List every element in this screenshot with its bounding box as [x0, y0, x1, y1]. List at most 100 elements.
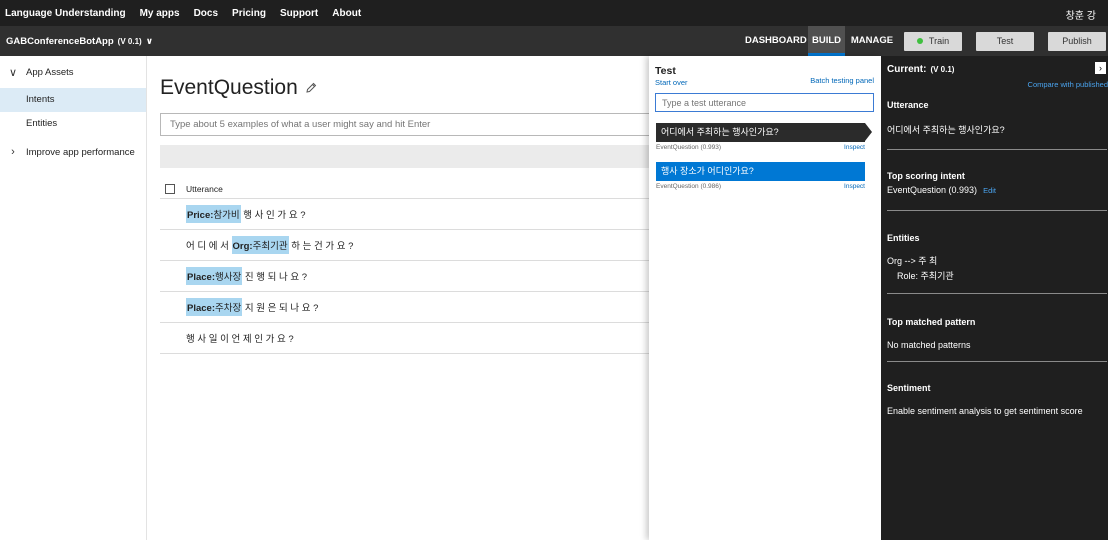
test-result-1[interactable]: 어디에서 주최하는 행사인가요? — [656, 123, 872, 142]
entity-text: 행사장 — [215, 272, 242, 283]
top-nav: Language Understanding My apps Docs Pric… — [0, 0, 1108, 26]
sidebar-app-assets[interactable]: ∨ App Assets — [0, 62, 146, 82]
start-over-link[interactable]: Start over — [655, 78, 688, 87]
pattern-text: No matched patterns — [887, 340, 971, 350]
collapse-panel-icon[interactable]: › — [1095, 62, 1106, 74]
intent-title: EventQuestion — [160, 76, 317, 100]
publish-button[interactable]: Publish — [1048, 32, 1106, 51]
nav-pricing[interactable]: Pricing — [232, 8, 266, 19]
test-result-intent: EventQuestion (0.993) — [656, 144, 722, 151]
entity-label[interactable]: Org:주최기관 — [231, 236, 289, 254]
nav-docs[interactable]: Docs — [194, 8, 218, 19]
top-intent-heading: Top scoring intent — [887, 171, 965, 181]
entity-type: Place — [187, 303, 212, 314]
utterance-heading: Utterance — [887, 100, 929, 110]
test-result-text: 어디에서 주최하는 행사인가요? — [661, 127, 779, 137]
chevron-down-icon: ∨ — [145, 36, 153, 46]
table-row[interactable]: Price:참가비 행 사 인 가 요 ? — [160, 199, 649, 230]
select-all-checkbox[interactable] — [165, 183, 175, 194]
test-result-2[interactable]: 행사 장소가 어디인가요? — [656, 162, 865, 181]
top-intent-text: EventQuestion (0.993) — [887, 185, 978, 195]
app-name: GABConferenceBotApp — [6, 36, 114, 47]
utterance-text: 행 사 일 이 언 제 인 가 요 ? — [186, 334, 294, 345]
sentiment-text: Enable sentiment analysis to get sentime… — [887, 406, 1083, 416]
entity-line: Org --> 주 최 — [887, 256, 938, 266]
inspect-link[interactable]: Inspect — [844, 144, 865, 151]
pencil-icon[interactable] — [305, 82, 317, 94]
inspected-utterance: 어디에서 주최하는 행사인가요? — [887, 125, 1005, 135]
divider — [887, 293, 1107, 294]
sidebar-app-assets-label: App Assets — [26, 66, 74, 78]
utterance-input[interactable] — [160, 113, 649, 136]
nav-my-apps[interactable]: My apps — [140, 8, 180, 19]
entity-label[interactable]: Place:주차장 — [186, 298, 243, 316]
user-menu[interactable]: 창훈 강 — [1066, 7, 1096, 22]
top-intent-value: EventQuestion (0.993) Edit — [887, 185, 996, 195]
utterance-text: 어 디 에 서 — [186, 241, 232, 252]
utterance-text: 진 행 되 나 요 ? — [242, 272, 308, 283]
edit-intent-link[interactable]: Edit — [983, 186, 996, 195]
entities-heading: Entities — [887, 233, 920, 243]
train-status-dot-icon — [916, 37, 923, 44]
utterance-text: 행 사 인 가 요 ? — [240, 210, 306, 221]
entity-text: 참가비 — [213, 210, 240, 221]
divider — [887, 149, 1107, 150]
test-utterance-input[interactable] — [655, 93, 874, 112]
sentiment-heading: Sentiment — [887, 383, 931, 393]
test-result-meta-2: EventQuestion (0.986) Inspect — [656, 183, 865, 190]
divider — [887, 210, 1107, 211]
utterance-text: 지 원 은 되 나 요 ? — [242, 303, 319, 314]
batch-testing-link[interactable]: Batch testing panel — [810, 76, 874, 85]
pattern-heading: Top matched pattern — [887, 317, 976, 327]
test-result-text: 행사 장소가 어디인가요? — [661, 166, 754, 176]
sidebar-improve-label: Improve app performance — [26, 146, 135, 158]
sidebar-item-intents[interactable]: Intents — [0, 88, 146, 112]
compare-published-link[interactable]: Compare with published — [1028, 80, 1108, 89]
sidebar-item-entities[interactable]: Entities — [0, 112, 146, 136]
table-row[interactable]: 어 디 에 서 Org:주최기관 하 는 건 가 요 ? — [160, 230, 649, 261]
chevron-right-icon: › — [11, 146, 15, 158]
test-panel: Test Start over Batch testing panel 어디에서… — [649, 56, 881, 540]
current-label: Current: — [887, 64, 927, 75]
toolbar-strip — [160, 145, 649, 168]
test-button[interactable]: Test — [976, 32, 1034, 51]
left-sidebar: ∨ App Assets Intents Entities › Improve … — [0, 56, 147, 540]
selected-arrow-icon — [865, 123, 872, 141]
current-version-label: Current: (V 0.1) — [887, 64, 954, 75]
tab-dashboard[interactable]: DASHBOARD — [745, 26, 807, 56]
app-selector[interactable]: GABConferenceBotApp (V 0.1) ∨ — [6, 36, 153, 47]
entity-label[interactable]: Price:참가비 — [186, 205, 241, 223]
divider — [887, 361, 1107, 362]
entity-role: Role: 주최기관 — [897, 271, 954, 281]
test-result-meta-1: EventQuestion (0.993) Inspect — [656, 144, 865, 151]
inspect-panel: Current: (V 0.1) › Compare with published… — [881, 56, 1108, 540]
table-row[interactable]: Place:행사장 진 행 되 나 요 ? — [160, 261, 649, 292]
tab-build[interactable]: BUILD — [808, 26, 845, 56]
entity-type: Price — [187, 210, 211, 221]
inspect-link[interactable]: Inspect — [844, 183, 865, 190]
entity-type: Place — [187, 272, 212, 283]
entity-text: 주차장 — [215, 303, 242, 314]
brand-link[interactable]: Language Understanding — [5, 8, 126, 19]
chevron-down-icon: ∨ — [8, 66, 18, 79]
train-label: Train — [928, 36, 950, 46]
table-row[interactable]: 행 사 일 이 언 제 인 가 요 ? — [160, 323, 649, 354]
entity-type: Org — [232, 241, 250, 252]
app-version: (V 0.1) — [117, 37, 142, 46]
table-row[interactable]: Place:주차장 지 원 은 되 나 요 ? — [160, 292, 649, 323]
utterance-column-header: Utterance — [186, 183, 223, 194]
intent-name: EventQuestion — [160, 76, 298, 99]
main-content: EventQuestion Utterance Price:참가비 행 사 인 … — [147, 56, 649, 540]
entity-label[interactable]: Place:행사장 — [186, 267, 243, 285]
nav-about[interactable]: About — [332, 8, 361, 19]
test-result-intent: EventQuestion (0.986) — [656, 183, 722, 190]
app-bar: GABConferenceBotApp (V 0.1) ∨ DASHBOARD … — [0, 26, 1108, 56]
sidebar-improve-app[interactable]: › Improve app performance — [0, 142, 146, 162]
current-version: (V 0.1) — [930, 65, 955, 74]
train-button[interactable]: Train — [904, 32, 962, 51]
tab-manage[interactable]: MANAGE — [849, 26, 895, 56]
table-header: Utterance — [160, 179, 649, 199]
entity-text: 주최기관 — [252, 241, 288, 252]
nav-support[interactable]: Support — [280, 8, 318, 19]
test-panel-title: Test — [655, 65, 676, 77]
